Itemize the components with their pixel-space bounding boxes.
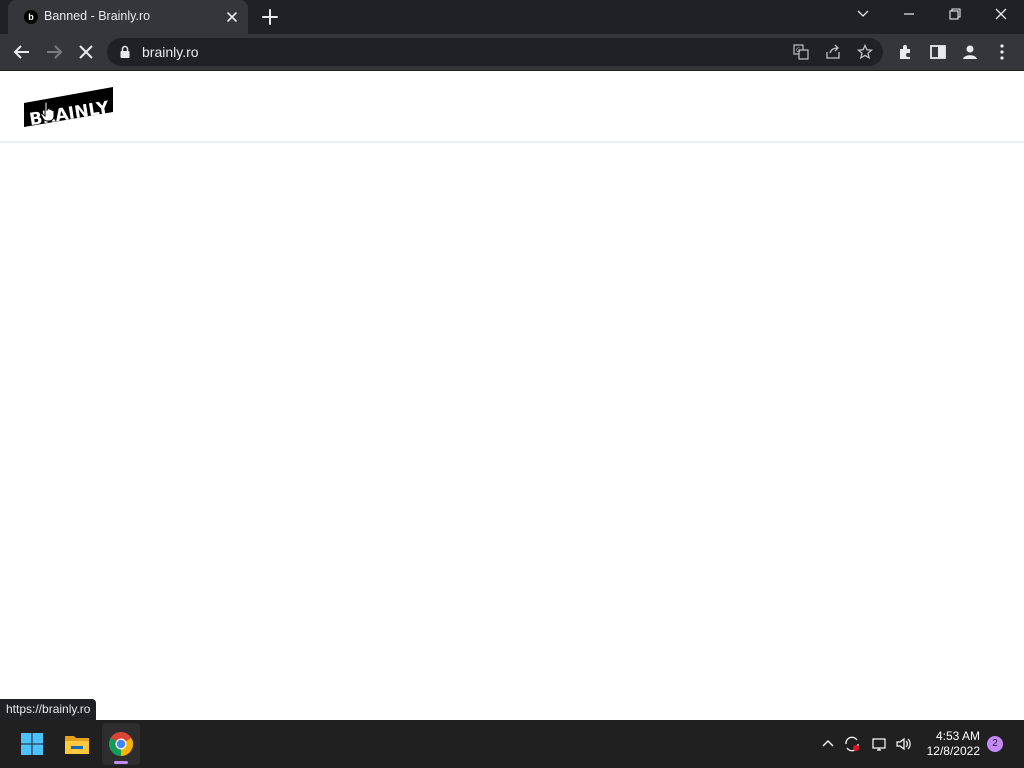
page-content: BRAINLY bbox=[0, 71, 1024, 720]
windows-taskbar: 4:53 AM 12/8/2022 2 bbox=[0, 720, 1024, 768]
brainly-logo[interactable]: BRAINLY bbox=[24, 86, 114, 128]
clock[interactable]: 4:53 AM 12/8/2022 bbox=[927, 729, 980, 759]
address-bar[interactable]: brainly.ro G bbox=[107, 38, 883, 66]
restore-icon[interactable] bbox=[932, 0, 978, 30]
share-icon[interactable] bbox=[825, 44, 841, 60]
minimize-icon[interactable] bbox=[886, 0, 932, 30]
active-app-indicator bbox=[114, 761, 128, 764]
extensions-icon[interactable] bbox=[895, 41, 917, 63]
stop-loading-icon[interactable] bbox=[75, 41, 97, 63]
clock-date: 12/8/2022 bbox=[926, 744, 980, 758]
file-explorer-icon[interactable] bbox=[61, 728, 93, 760]
link-status-bubble: https://brainly.ro bbox=[0, 699, 97, 720]
tab-title: Banned - Brainly.ro bbox=[44, 9, 151, 23]
back-icon[interactable] bbox=[11, 41, 33, 63]
menu-kebab-icon[interactable] bbox=[991, 41, 1013, 63]
network-icon[interactable] bbox=[871, 735, 889, 753]
tab-strip: b Banned - Brainly.ro bbox=[0, 0, 1024, 34]
clock-time: 4:53 AM bbox=[935, 729, 980, 743]
volume-icon[interactable] bbox=[895, 735, 913, 753]
svg-text:G: G bbox=[796, 47, 801, 54]
browser-tab-active[interactable]: b Banned - Brainly.ro bbox=[8, 0, 248, 34]
tab-search-icon[interactable] bbox=[840, 0, 886, 30]
windows-start-icon[interactable] bbox=[16, 728, 48, 760]
brainly-favicon-icon: b bbox=[24, 10, 38, 24]
side-panel-icon[interactable] bbox=[927, 41, 949, 63]
new-tab-icon[interactable] bbox=[260, 7, 280, 27]
close-window-icon[interactable] bbox=[978, 0, 1024, 30]
profile-icon[interactable] bbox=[959, 41, 981, 63]
forward-icon[interactable] bbox=[43, 41, 65, 63]
notification-badge[interactable]: 2 bbox=[987, 736, 1003, 752]
bookmark-star-icon[interactable] bbox=[857, 44, 873, 60]
hand-cursor-icon bbox=[40, 101, 55, 122]
chevron-up-icon[interactable] bbox=[819, 735, 837, 753]
chrome-icon[interactable] bbox=[105, 728, 137, 760]
browser-toolbar: brainly.ro G bbox=[0, 34, 1024, 70]
translate-icon[interactable]: G bbox=[793, 44, 809, 60]
site-header: BRAINLY bbox=[0, 71, 1024, 143]
sync-icon[interactable] bbox=[843, 735, 861, 753]
lock-icon[interactable] bbox=[119, 45, 131, 59]
close-tab-icon[interactable] bbox=[224, 9, 240, 25]
url-text: brainly.ro bbox=[142, 44, 199, 60]
